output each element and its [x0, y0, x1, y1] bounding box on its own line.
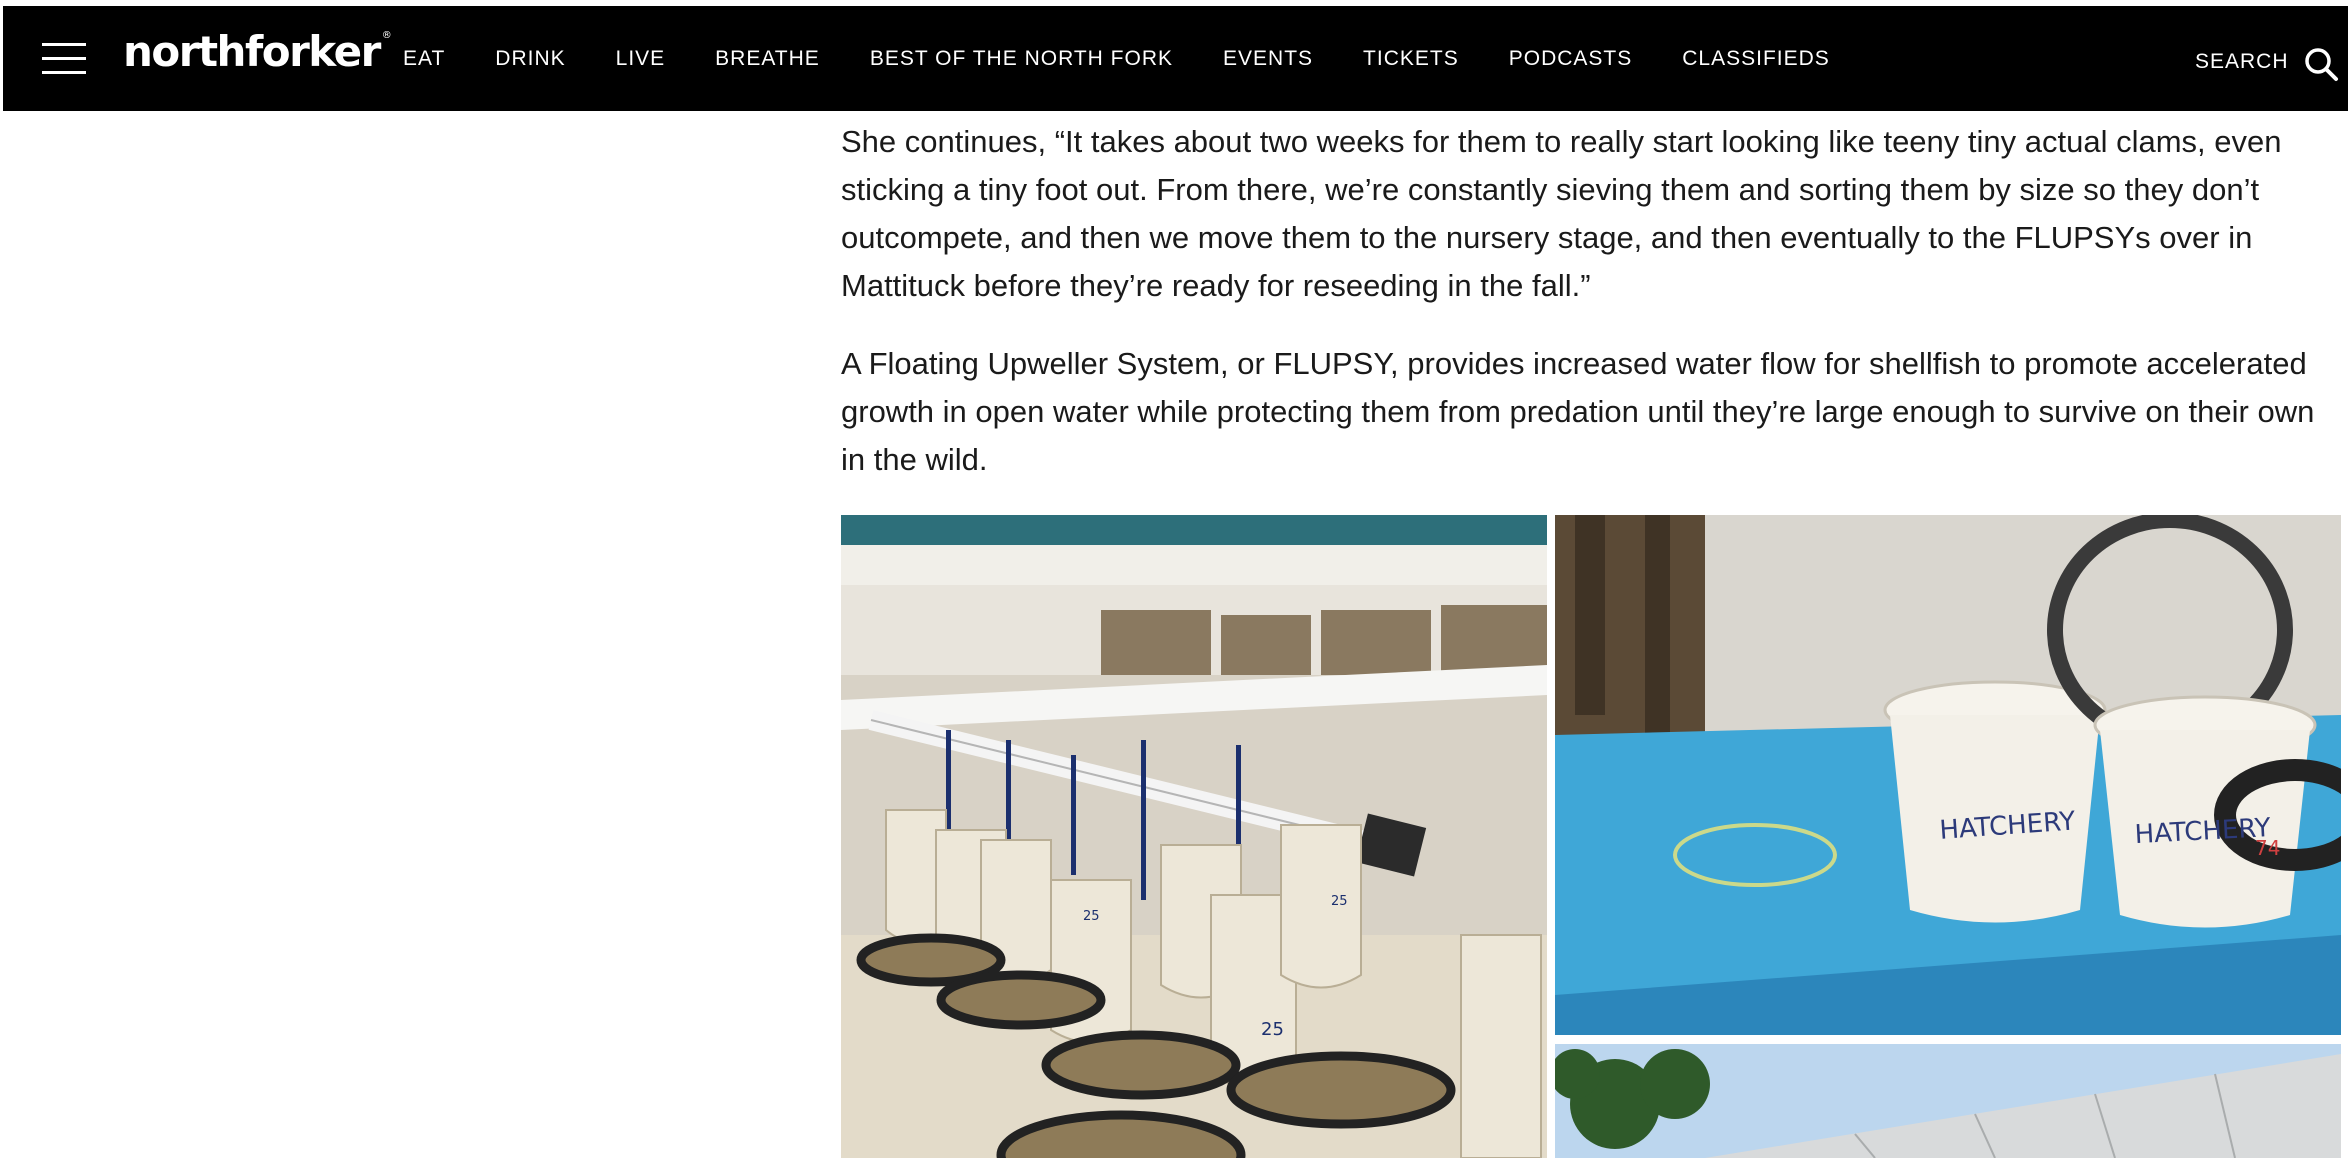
greenhouse-photo[interactable] — [1555, 1044, 2341, 1158]
nav-classifieds[interactable]: CLASSIFIEDS — [1682, 47, 1830, 71]
main-nav: EAT DRINK LIVE BREATHE BEST OF THE NORTH… — [403, 6, 1880, 111]
nav-podcasts[interactable]: PODCASTS — [1509, 47, 1633, 71]
nav-eat[interactable]: EAT — [403, 47, 445, 71]
sieve-number: 74 — [2255, 836, 2280, 860]
nav-live[interactable]: LIVE — [616, 47, 666, 71]
greenhouse-illustration — [1555, 1044, 2341, 1158]
article-paragraph: A Floating Upweller System, or FLUPSY, p… — [841, 346, 2315, 477]
article-body: She continues, “It takes about two weeks… — [841, 118, 2321, 514]
site-logo[interactable]: northforker ® — [123, 30, 392, 73]
nav-events[interactable]: EVENTS — [1223, 47, 1313, 71]
hatchery-bags-photo[interactable]: 25 25 25 — [841, 515, 1547, 1158]
nav-best-of-north-fork[interactable]: BEST OF THE NORTH FORK — [870, 47, 1173, 71]
hatchery-bags-illustration: 25 25 25 — [841, 515, 1547, 1158]
nav-tickets[interactable]: TICKETS — [1363, 47, 1459, 71]
logo-text: northforker — [123, 27, 381, 76]
hatchery-buckets-photo[interactable]: HATCHERY HATCHERY 74 — [1555, 515, 2341, 1035]
bag-number: 25 — [1083, 909, 1100, 924]
hamburger-menu-icon[interactable] — [42, 43, 86, 74]
article-paragraph: She continues, “It takes about two weeks… — [841, 124, 2282, 303]
bag-number: 25 — [1261, 1019, 1284, 1040]
nav-drink[interactable]: DRINK — [495, 47, 565, 71]
registered-mark: ® — [381, 30, 392, 41]
search-icon[interactable] — [2303, 46, 2339, 82]
hatchery-buckets-illustration: HATCHERY HATCHERY 74 — [1555, 515, 2341, 1035]
nav-breathe[interactable]: BREATHE — [715, 47, 820, 71]
bag-number: 25 — [1331, 894, 1348, 909]
top-navbar: northforker ® EAT DRINK LIVE BREATHE BEST… — [0, 0, 2348, 111]
search-label[interactable]: SEARCH — [2195, 50, 2289, 74]
